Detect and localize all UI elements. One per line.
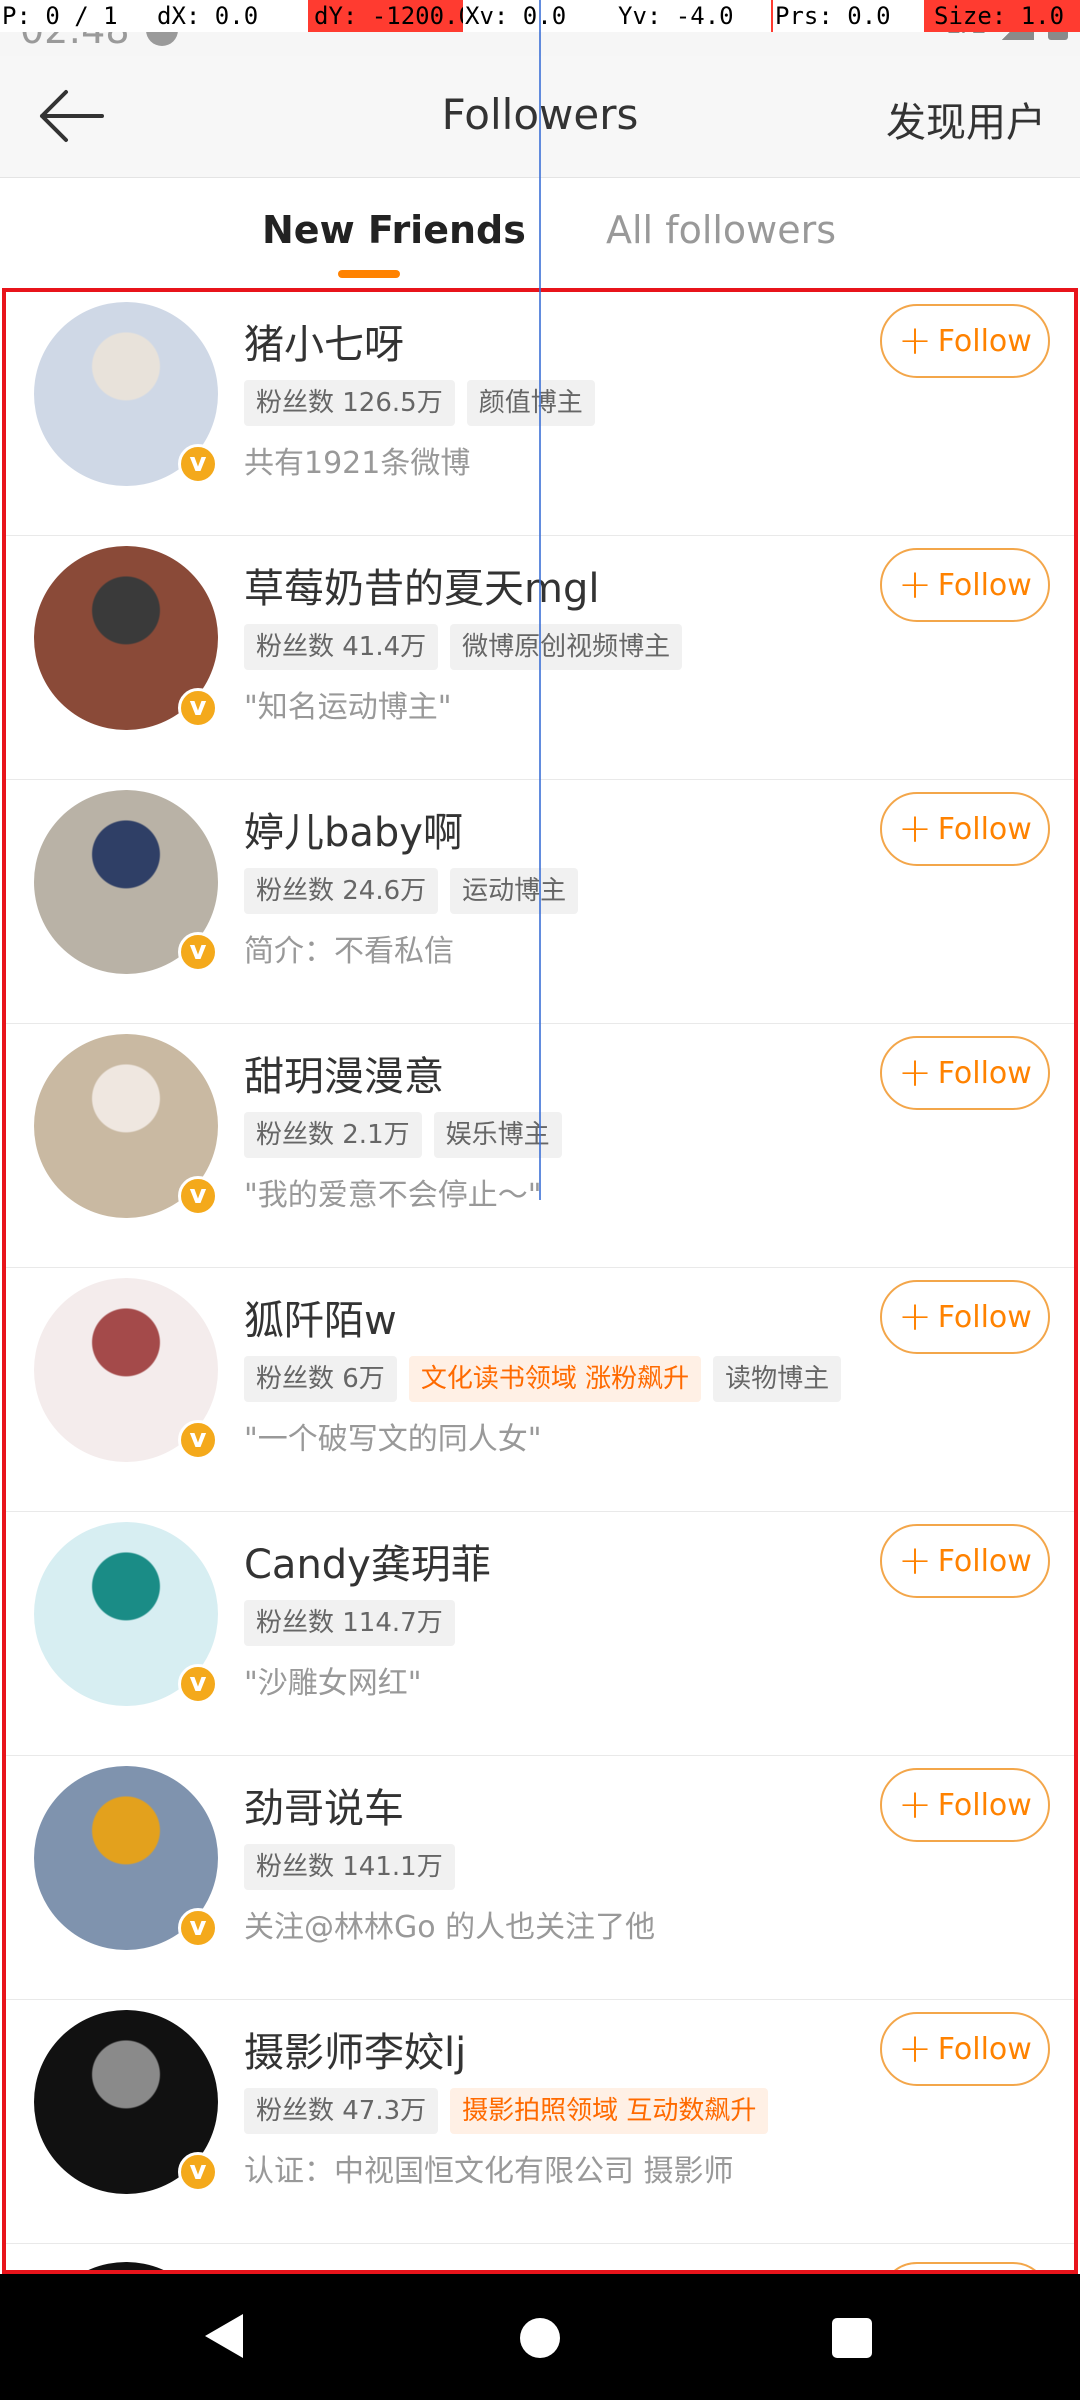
plus-icon: +: [898, 2026, 932, 2072]
active-tab-indicator: [338, 270, 400, 278]
follower-tags: 粉丝数 114.7万: [244, 1600, 455, 1646]
follower-description: "我的爱意不会停止～": [244, 1178, 542, 1213]
follower-tags: 粉丝数 41.4万 微博原创视频博主: [244, 624, 683, 670]
nav-back-icon[interactable]: [205, 2314, 243, 2358]
verified-badge-icon: v: [178, 1908, 218, 1948]
system-nav-bar: [0, 2274, 1080, 2400]
plus-icon: +: [898, 1538, 932, 1584]
follower-row[interactable]: v 摄影师李姣lj 粉丝数 47.3万 摄影拍照领域 互动数飙升认证：中视国恒文化有限…: [6, 2000, 1074, 2244]
follow-button[interactable]: + Follow: [880, 304, 1050, 378]
follower-tags: 粉丝数 47.3万 摄影拍照领域 互动数飙升: [244, 2088, 769, 2134]
info-tag: 粉丝数 41.4万: [244, 624, 439, 670]
follow-label: Follow: [937, 323, 1032, 359]
follower-name[interactable]: 劲哥说车: [244, 1776, 404, 1834]
follow-label: Follow: [937, 811, 1032, 847]
verified-badge-icon: v: [178, 2152, 218, 2192]
plus-icon: +: [898, 1294, 932, 1340]
follower-name[interactable]: 甜玥漫漫意: [244, 1044, 444, 1102]
trending-tag: 摄影拍照领域 互动数飙升: [450, 2088, 769, 2134]
follow-label: Follow: [937, 1543, 1032, 1579]
info-tag: 粉丝数 126.5万: [244, 380, 455, 426]
nav-recents-icon[interactable]: [832, 2318, 872, 2358]
follow-label: Follow: [937, 1787, 1032, 1823]
verified-badge-icon: v: [178, 932, 218, 972]
follower-row[interactable]: v 狐阡陌w 粉丝数 6万 文化读书领域 涨粉飙升 读物博主 "一个破写文的同人女" + Fo…: [6, 1268, 1074, 1512]
follower-tags: 粉丝数 2.1万 娱乐博主: [244, 1112, 562, 1158]
follower-name[interactable]: 狐阡陌w: [244, 1288, 397, 1346]
follower-description: 简介：不看私信: [244, 934, 454, 969]
debug-pointer: P: 0 / 1: [2, 2, 118, 30]
verified-badge-icon: v: [178, 688, 218, 728]
nav-home-icon[interactable]: [520, 2318, 560, 2358]
debug-prs: Prs: 0.0: [771, 0, 924, 32]
follow-label: Follow: [937, 1299, 1032, 1335]
info-tag: 颜值博主: [466, 380, 595, 426]
info-tag: 粉丝数 114.7万: [244, 1600, 455, 1646]
debug-dy: dY: -1200.0: [308, 0, 463, 32]
follow-label: Follow: [937, 1055, 1032, 1091]
follower-name[interactable]: Candy龚玥菲: [244, 1532, 491, 1590]
verified-badge-icon: v: [178, 1664, 218, 1704]
screen: 02:48 LTE P: 0 / 1 dX: 0.0 dY: -1200.0 X…: [0, 0, 1080, 2400]
follower-name[interactable]: 婷儿baby啊: [244, 800, 463, 858]
info-tag: 粉丝数 141.1万: [244, 1844, 455, 1890]
trending-tag: 文化读书领域 涨粉飙升: [408, 1356, 702, 1402]
plus-icon: +: [898, 1782, 932, 1828]
plus-icon: +: [898, 1050, 932, 1096]
follower-description: 认证：中视国恒文化有限公司 摄影师: [244, 2154, 734, 2189]
follower-tags: 粉丝数 126.5万 颜值博主: [244, 380, 595, 426]
follow-label: Follow: [937, 567, 1032, 603]
info-tag: 娱乐博主: [433, 1112, 562, 1158]
follower-tags: 粉丝数 24.6万 运动博主: [244, 868, 579, 914]
follow-button[interactable]: + Follow: [880, 1036, 1050, 1110]
tab-all-followers[interactable]: All followers: [606, 208, 836, 252]
plus-icon: +: [898, 318, 932, 364]
follower-tags: 粉丝数 6万 文化读书领域 涨粉飙升 读物博主: [244, 1356, 842, 1402]
follower-description: "知名运动博主": [244, 690, 452, 725]
verified-badge-icon: v: [178, 1420, 218, 1460]
plus-icon: +: [898, 562, 932, 608]
info-tag: 粉丝数 6万: [244, 1356, 397, 1402]
follow-button[interactable]: + Follow: [880, 1524, 1050, 1598]
follow-button[interactable]: + Follow: [880, 792, 1050, 866]
follower-name[interactable]: 草莓奶昔的夏天mgl: [244, 556, 599, 614]
info-tag: 粉丝数 2.1万: [244, 1112, 422, 1158]
follower-description: 共有1921条微博: [244, 446, 471, 481]
tab-new-friends[interactable]: New Friends: [262, 208, 526, 252]
follow-label: Follow: [937, 2031, 1032, 2067]
follower-description: "一个破写文的同人女": [244, 1422, 542, 1457]
debug-yv: Yv: -4.0: [618, 2, 734, 30]
follow-button[interactable]: [880, 2262, 1050, 2270]
follower-row[interactable]: v Candy龚玥菲粉丝数 114.7万 "沙雕女网红" + Follow: [6, 1512, 1074, 1756]
info-tag: 运动博主: [450, 868, 579, 914]
follower-description: 关注@林林Go 的人也关注了他: [244, 1910, 656, 1945]
follow-button[interactable]: + Follow: [880, 1768, 1050, 1842]
follower-name[interactable]: 猪小七呀: [244, 312, 404, 370]
info-tag: 粉丝数 24.6万: [244, 868, 439, 914]
pointer-crosshair-vertical: [539, 0, 541, 1200]
follower-row[interactable]: v 劲哥说车粉丝数 141.1万关注@林林Go 的人也关注了他 + Follow: [6, 1756, 1074, 2000]
info-tag: 微博原创视频博主: [450, 624, 683, 670]
discover-users-button[interactable]: 发现用户: [886, 90, 1046, 148]
info-tag: 读物博主: [713, 1356, 842, 1402]
info-tag: 粉丝数 47.3万: [244, 2088, 439, 2134]
verified-badge-icon: v: [178, 1176, 218, 1216]
follower-description: "沙雕女网红": [244, 1666, 422, 1701]
debug-dx: dX: 0.0: [157, 2, 259, 30]
plus-icon: +: [898, 806, 932, 852]
follower-tags: 粉丝数 141.1万: [244, 1844, 455, 1890]
follow-button[interactable]: + Follow: [880, 2012, 1050, 2086]
follow-button[interactable]: + Follow: [880, 548, 1050, 622]
verified-badge-icon: v: [178, 444, 218, 484]
follow-button[interactable]: + Follow: [880, 1280, 1050, 1354]
follower-name[interactable]: 摄影师李姣lj: [244, 2020, 466, 2078]
debug-size: Size: 1.0: [924, 0, 1080, 32]
avatar[interactable]: [34, 2262, 218, 2270]
follower-row-partial[interactable]: [6, 2244, 1074, 2270]
